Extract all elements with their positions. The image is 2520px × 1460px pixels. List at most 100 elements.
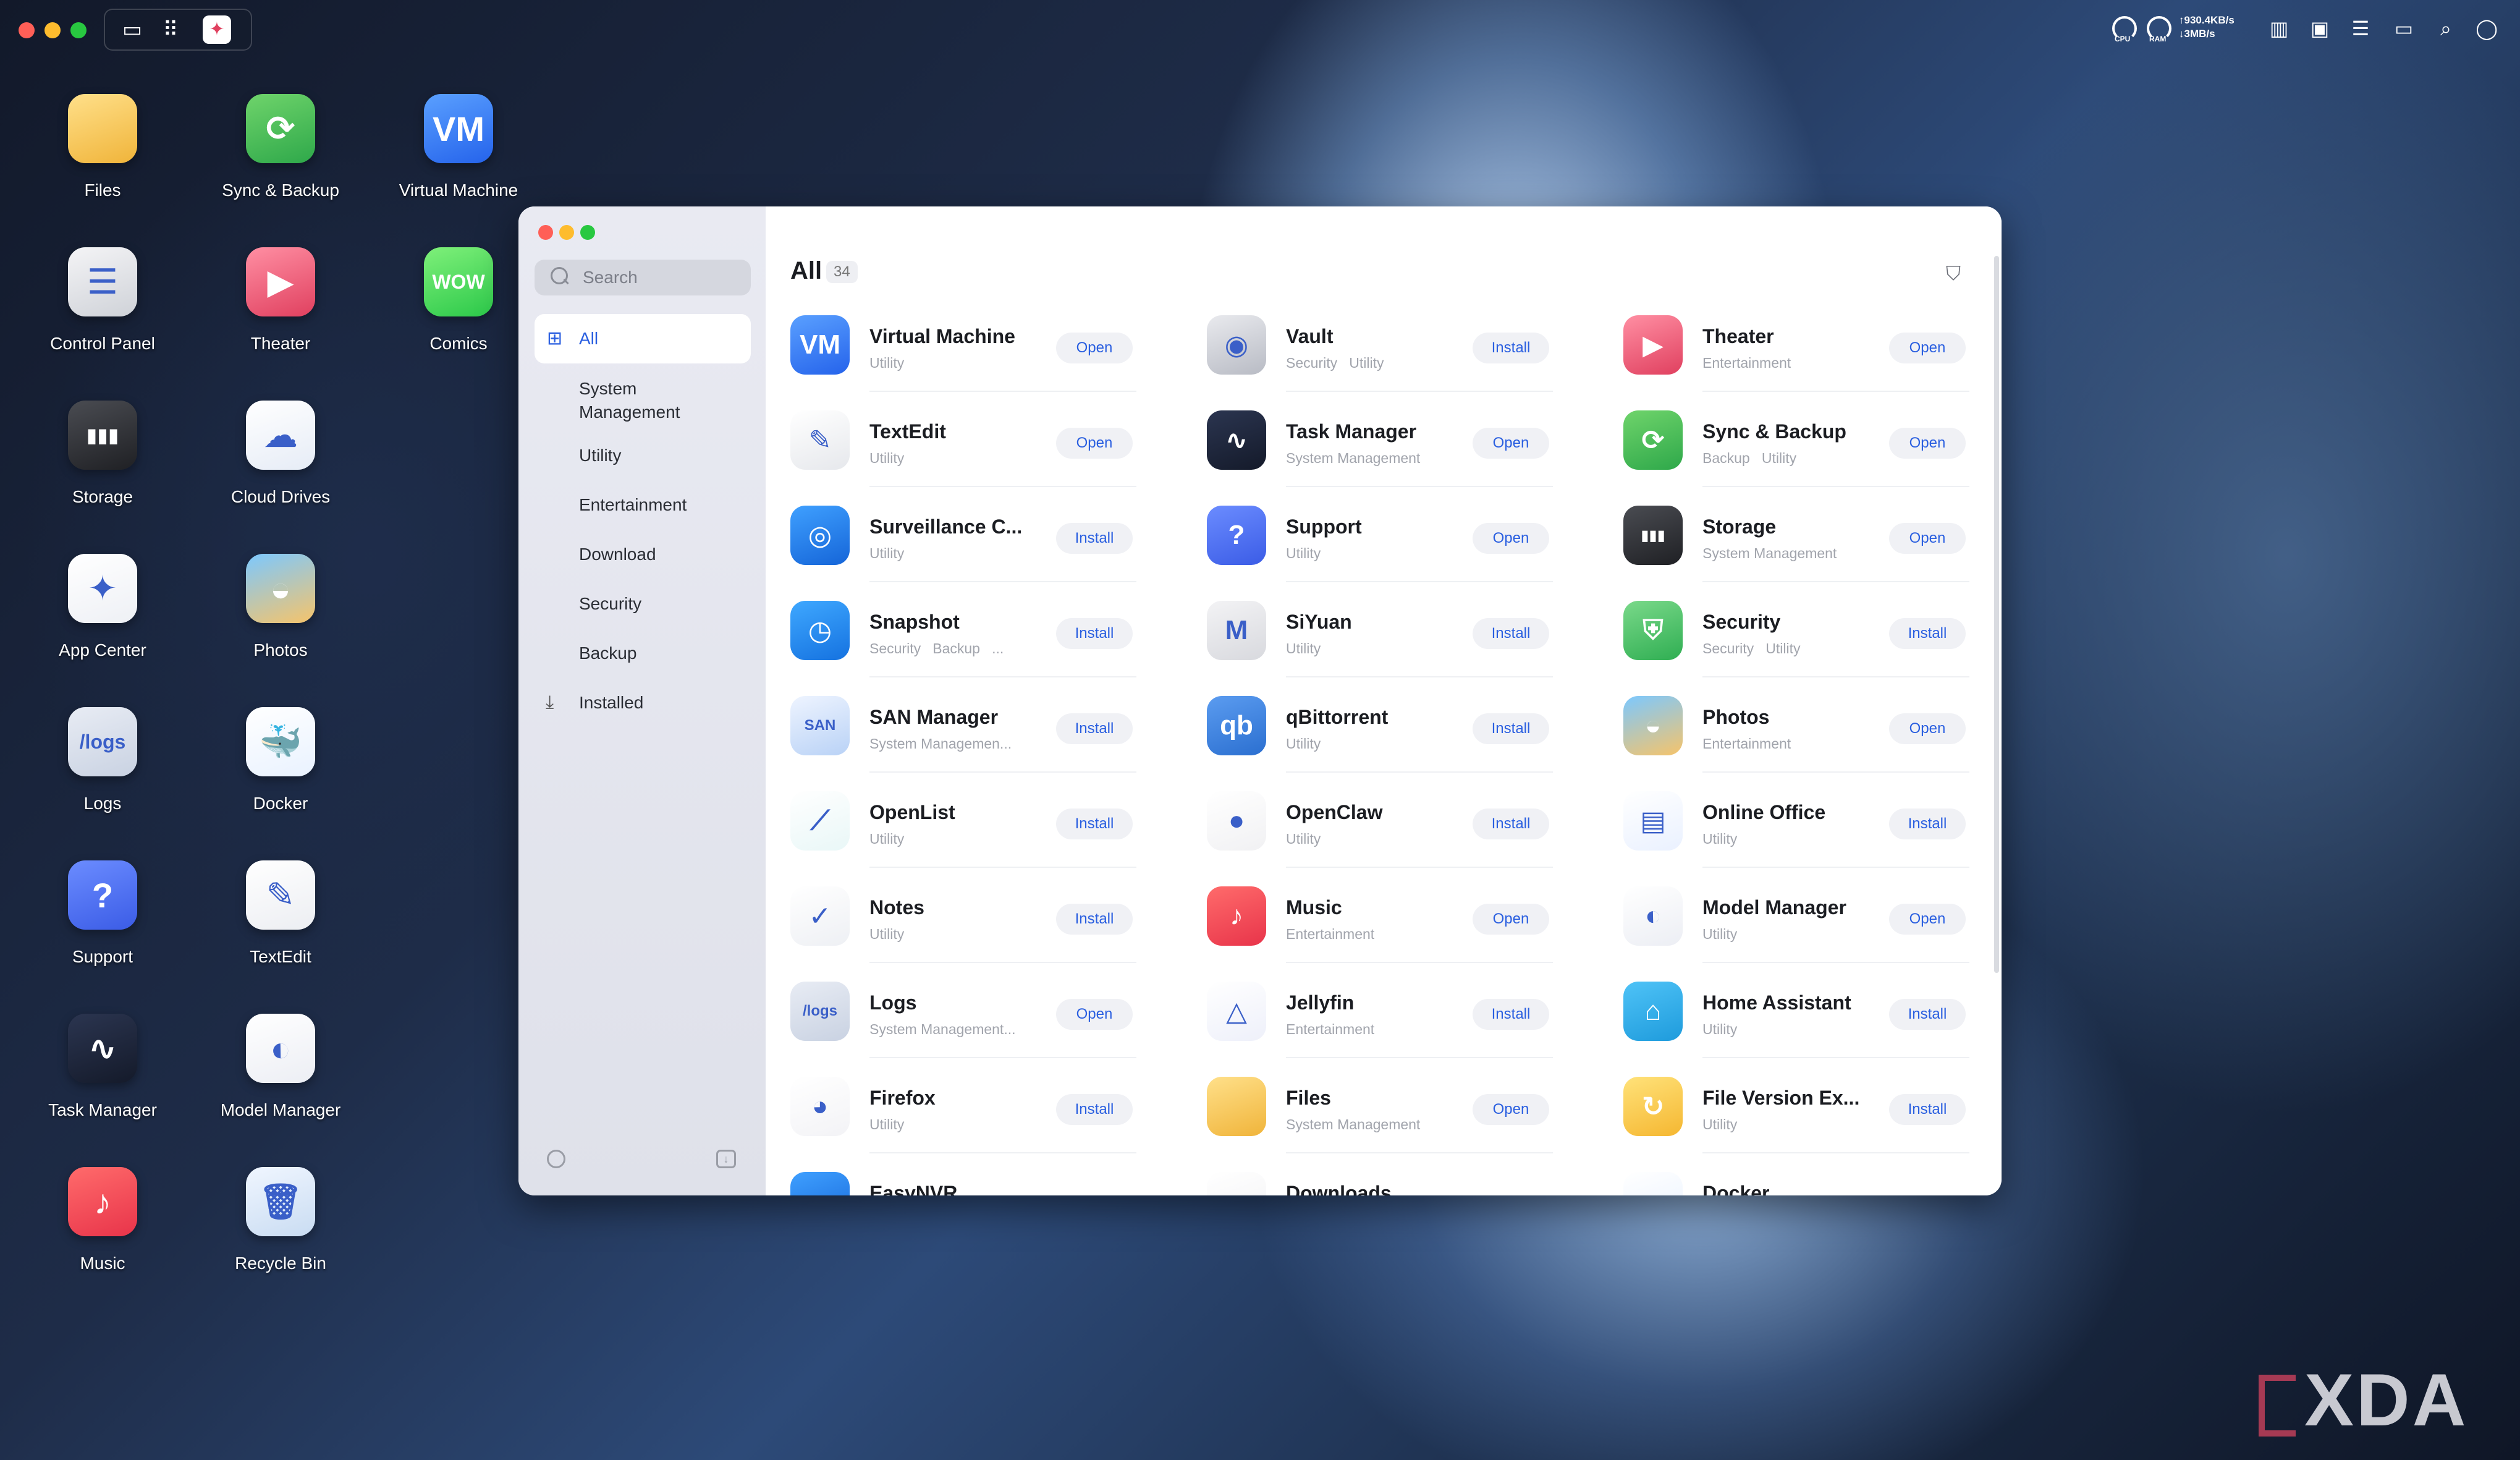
app-card-file-version-ex[interactable]: ↻ File Version Ex... Utility Install [1623, 1059, 1969, 1153]
app-card-files[interactable]: Files System Management Open [1207, 1059, 1553, 1153]
desktop-icon-theater[interactable]: ▶ Theater [200, 247, 361, 383]
app-card-storage[interactable]: ▮▮▮ Storage System Management Open [1623, 488, 1969, 582]
app-card-textedit[interactable]: ✎ TextEdit Utility Open [790, 393, 1136, 487]
desktop-icon-support[interactable]: ? Support [22, 860, 183, 996]
app-card-docker[interactable]: Docker [1623, 1155, 1969, 1195]
zoom-window-dot[interactable] [70, 22, 87, 38]
search-icon[interactable]: ⌕ [2433, 16, 2458, 41]
desktop-icon-photos[interactable]: ◒ Photos [200, 554, 361, 690]
filter-icon[interactable]: ⛉ [1942, 262, 1964, 284]
open-button[interactable]: Open [1056, 333, 1133, 363]
app-card-virtual-machine[interactable]: VM Virtual Machine Utility Open [790, 298, 1136, 392]
app-card-home-assistant[interactable]: ⌂ Home Assistant Utility Install [1623, 964, 1969, 1058]
desktop-icon-logs[interactable]: /logs Logs [22, 707, 183, 843]
update-icon[interactable]: ↓ [716, 1150, 736, 1168]
nav-item-security[interactable]: Security [535, 582, 751, 626]
install-button[interactable]: Install [1889, 809, 1966, 839]
desktop-icon-files[interactable]: Files [22, 94, 183, 230]
settings-icon[interactable] [547, 1150, 565, 1168]
window-close-button[interactable] [538, 225, 553, 240]
app-card-theater[interactable]: ▶ Theater Entertainment Open [1623, 298, 1969, 392]
install-button[interactable]: Install [1473, 999, 1549, 1030]
open-button[interactable]: Open [1056, 428, 1133, 459]
open-button[interactable]: Open [1889, 333, 1966, 363]
nav-item-all[interactable]: ⊞ All [535, 314, 751, 363]
desktop-icon-sync-backup[interactable]: ⟳ Sync & Backup [200, 94, 361, 230]
desktop-icon-cloud-drives[interactable]: ☁ Cloud Drives [200, 401, 361, 537]
message-icon[interactable]: ▭ [2391, 16, 2416, 41]
install-button[interactable]: Install [1056, 523, 1133, 554]
widgets-icon[interactable]: ☰ [2348, 16, 2373, 41]
app-card-security[interactable]: ⛨ Security Security Utility Install [1623, 584, 1969, 677]
app-card-jellyfin[interactable]: △ Jellyfin Entertainment Install [1207, 964, 1553, 1058]
app-grid-icon[interactable]: ⠿ [158, 17, 183, 42]
app-card-task-manager[interactable]: ∿ Task Manager System Management Open [1207, 393, 1553, 487]
window-minimize-button[interactable] [559, 225, 574, 240]
nav-item-utility[interactable]: Utility [535, 434, 751, 477]
install-button[interactable]: Install [1473, 618, 1549, 649]
app-card-qbittorrent[interactable]: qb qBittorrent Utility Install [1207, 679, 1553, 773]
open-button[interactable]: Open [1473, 904, 1549, 935]
layout-icon[interactable]: ▥ [2267, 16, 2291, 41]
open-button[interactable]: Open [1473, 523, 1549, 554]
open-button[interactable]: Open [1889, 428, 1966, 459]
app-card-support[interactable]: ? Support Utility Open [1207, 488, 1553, 582]
install-button[interactable]: Install [1056, 809, 1133, 839]
app-card-san-manager[interactable]: SAN SAN Manager System Managemen... Install [790, 679, 1136, 773]
install-button[interactable]: Install [1473, 713, 1549, 744]
open-button[interactable]: Open [1473, 428, 1549, 459]
open-button[interactable]: Open [1889, 713, 1966, 744]
monitor-icon[interactable]: ▣ [2307, 16, 2332, 41]
app-card-vault[interactable]: ◉ Vault Security Utility Install [1207, 298, 1553, 392]
nav-item-download[interactable]: Download [535, 533, 751, 576]
desktop-icon-recycle-bin[interactable]: 🗑 Recycle Bin [200, 1167, 361, 1303]
window-zoom-button[interactable] [580, 225, 595, 240]
nav-item-backup[interactable]: Backup [535, 632, 751, 675]
nav-item-system-management[interactable]: System Management [535, 372, 751, 427]
app-card-sync-backup[interactable]: ⟳ Sync & Backup Backup Utility Open [1623, 393, 1969, 487]
desktop-icon-app-center[interactable]: ✦ App Center [22, 554, 183, 690]
app-card-photos[interactable]: ◒ Photos Entertainment Open [1623, 679, 1969, 773]
app-card-snapshot[interactable]: ◷ Snapshot Security Backup ... Install [790, 584, 1136, 677]
search-input[interactable]: Search [535, 260, 751, 295]
app-card-online-office[interactable]: ▤ Online Office Utility Install [1623, 774, 1969, 868]
user-icon[interactable]: ◯ [2474, 16, 2499, 41]
install-button[interactable]: Install [1889, 1094, 1966, 1125]
app-card-openclaw[interactable]: ● OpenClaw Utility Install [1207, 774, 1553, 868]
install-button[interactable]: Install [1056, 1094, 1133, 1125]
open-button[interactable]: Open [1056, 999, 1133, 1030]
desktop-icon-virtual-machine[interactable]: VM Virtual Machine [378, 94, 539, 230]
desktop-icon-task-manager[interactable]: ∿ Task Manager [22, 1014, 183, 1150]
install-button[interactable]: Install [1889, 999, 1966, 1030]
nav-item-entertainment[interactable]: Entertainment [535, 483, 751, 527]
app-card-openlist[interactable]: ⟋ OpenList Utility Install [790, 774, 1136, 868]
install-button[interactable]: Install [1056, 618, 1133, 649]
minimize-window-dot[interactable] [44, 22, 61, 38]
install-button[interactable]: Install [1889, 618, 1966, 649]
install-button[interactable]: Install [1473, 809, 1549, 839]
app-card-surveillance-c[interactable]: ◎ Surveillance C... Utility Install [790, 488, 1136, 582]
open-button[interactable]: Open [1889, 523, 1966, 554]
app-card-model-manager[interactable]: ◐ Model Manager Utility Open [1623, 869, 1969, 963]
desktop-icon-model-manager[interactable]: ◐ Model Manager [200, 1014, 361, 1150]
app-card-downloads[interactable]: Downloads [1207, 1155, 1553, 1195]
desktop-icon-storage[interactable]: ▮▮▮ Storage [22, 401, 183, 537]
desktop-icon-comics[interactable]: WOW Comics [378, 247, 539, 383]
scrollbar[interactable] [1994, 256, 1999, 973]
show-desktop-icon[interactable]: ▭ [120, 17, 145, 42]
nav-item-installed[interactable]: ⤓ Installed [535, 681, 751, 724]
install-button[interactable]: Install [1473, 333, 1549, 363]
desktop-icon-docker[interactable]: 🐳 Docker [200, 707, 361, 843]
install-button[interactable]: Install [1056, 904, 1133, 935]
install-button[interactable]: Install [1056, 713, 1133, 744]
open-button[interactable]: Open [1473, 1094, 1549, 1125]
app-card-logs[interactable]: /logs Logs System Management... Open [790, 964, 1136, 1058]
app-card-notes[interactable]: ✓ Notes Utility Install [790, 869, 1136, 963]
desktop-icon-control-panel[interactable]: ☰ Control Panel [22, 247, 183, 383]
close-window-dot[interactable] [19, 22, 35, 38]
app-card-easynvr[interactable]: EasyNVR [790, 1155, 1136, 1195]
app-card-siyuan[interactable]: M SiYuan Utility Install [1207, 584, 1553, 677]
app-card-firefox[interactable]: ◕ Firefox Utility Install [790, 1059, 1136, 1153]
app-card-music[interactable]: ♪ Music Entertainment Open [1207, 869, 1553, 963]
desktop-icon-textedit[interactable]: ✎ TextEdit [200, 860, 361, 996]
